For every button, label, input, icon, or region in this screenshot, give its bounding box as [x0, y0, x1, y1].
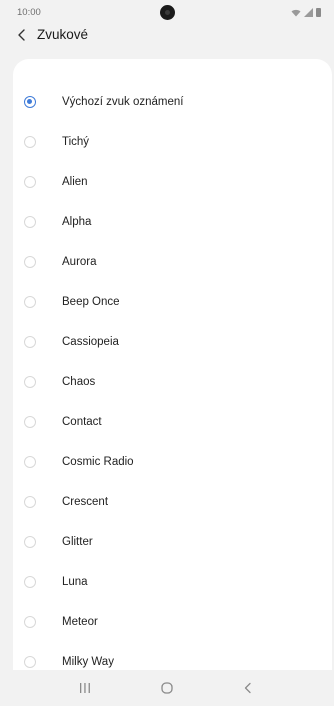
sound-label: Cassiopeia: [62, 336, 119, 348]
home-icon: [161, 682, 173, 694]
sound-label: Výchozí zvuk oznámení: [62, 96, 184, 108]
sound-item-meteor[interactable]: Meteor: [13, 602, 332, 642]
sound-label: Meteor: [62, 616, 98, 628]
nav-back-button[interactable]: [236, 678, 260, 698]
radio-button-selected[interactable]: [24, 96, 36, 108]
sound-label: Beep Once: [62, 296, 120, 308]
radio-button[interactable]: [24, 456, 36, 468]
sound-item-default[interactable]: Výchozí zvuk oznámení: [13, 82, 332, 122]
back-icon: [244, 682, 251, 694]
sound-label: Alpha: [62, 216, 92, 228]
sound-item-aurora[interactable]: Aurora: [13, 242, 332, 282]
status-icons: [291, 7, 321, 17]
sound-label: Alien: [62, 176, 88, 188]
recents-icon: [80, 683, 90, 693]
sound-label: Milky Way: [62, 656, 114, 668]
radio-button[interactable]: [24, 536, 36, 548]
recents-button[interactable]: [73, 678, 97, 698]
sound-item-alpha[interactable]: Alpha: [13, 202, 332, 242]
sound-label: Crescent: [62, 496, 109, 508]
radio-button[interactable]: [24, 336, 36, 348]
radio-button[interactable]: [24, 576, 36, 588]
sound-item-silent[interactable]: Tichý: [13, 122, 332, 162]
sound-item-cassiopeia[interactable]: Cassiopeia: [13, 322, 332, 362]
radio-button[interactable]: [24, 656, 36, 668]
radio-button[interactable]: [24, 416, 36, 428]
home-button[interactable]: [155, 678, 179, 698]
sound-label: Aurora: [62, 256, 97, 268]
sound-label: Contact: [62, 416, 102, 428]
status-time: 10:00: [17, 7, 41, 18]
sound-item-glitter[interactable]: Glitter: [13, 522, 332, 562]
page-title: Zvukové: [37, 27, 89, 42]
sound-item-crescent[interactable]: Crescent: [13, 482, 332, 522]
sound-list: Výchozí zvuk oznámení Tichý Alien Alpha …: [13, 59, 332, 670]
sound-label: Glitter: [62, 536, 93, 548]
sound-label: Cosmic Radio: [62, 456, 134, 468]
radio-button[interactable]: [24, 376, 36, 388]
sound-item-chaos[interactable]: Chaos: [13, 362, 332, 402]
radio-button[interactable]: [24, 136, 36, 148]
chevron-left-icon: [18, 29, 25, 41]
sound-item-alien[interactable]: Alien: [13, 162, 332, 202]
radio-button[interactable]: [24, 176, 36, 188]
sound-item-cosmic-radio[interactable]: Cosmic Radio: [13, 442, 332, 482]
sound-label: Luna: [62, 576, 88, 588]
wifi-icon: [291, 9, 301, 17]
sound-item-milky-way[interactable]: Milky Way: [13, 642, 332, 670]
sound-item-luna[interactable]: Luna: [13, 562, 332, 602]
signal-icon: [304, 8, 313, 17]
front-camera: [160, 5, 175, 20]
sound-item-contact[interactable]: Contact: [13, 402, 332, 442]
header: Zvukové: [0, 22, 334, 50]
sound-item-beep-once[interactable]: Beep Once: [13, 282, 332, 322]
navigation-bar: [0, 670, 334, 706]
back-button[interactable]: [14, 25, 32, 45]
radio-button[interactable]: [24, 296, 36, 308]
radio-button[interactable]: [24, 256, 36, 268]
screen: 10:00 Zvukové Výchozí zvuk oznámení Tich: [0, 0, 334, 706]
radio-button[interactable]: [24, 496, 36, 508]
radio-button[interactable]: [24, 216, 36, 228]
sound-label: Chaos: [62, 376, 96, 388]
radio-button[interactable]: [24, 616, 36, 628]
sound-label: Tichý: [62, 136, 90, 148]
battery-icon: [316, 8, 321, 17]
